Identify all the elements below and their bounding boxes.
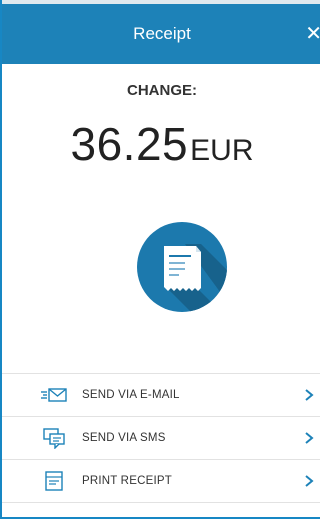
close-icon: ✕	[305, 23, 320, 45]
amount-value: 36.25	[70, 118, 189, 170]
chevron-right-icon	[305, 432, 314, 444]
print-receipt-label: PRINT RECEIPT	[82, 475, 172, 487]
send-email-label: SEND VIA E-MAIL	[82, 389, 180, 401]
header-bar: Receipt ✕	[2, 4, 320, 64]
receipt-icon	[137, 222, 227, 312]
chevron-right-icon	[305, 389, 314, 401]
send-email-button[interactable]: SEND VIA E-MAIL	[2, 373, 320, 416]
printer-icon	[45, 471, 63, 491]
email-icon	[41, 388, 67, 402]
dialog-title: Receipt	[133, 24, 191, 43]
sms-icon	[43, 428, 65, 449]
chevron-right-icon	[305, 475, 314, 487]
currency-code: EUR	[190, 134, 254, 167]
change-amount: 36.25EUR	[2, 117, 320, 171]
send-sms-label: SEND VIA SMS	[82, 432, 166, 444]
send-sms-button[interactable]: SEND VIA SMS	[2, 416, 320, 459]
close-button[interactable]: ✕	[300, 4, 320, 64]
print-receipt-button[interactable]: PRINT RECEIPT	[2, 459, 320, 503]
change-label: CHANGE:	[127, 82, 197, 99]
receipt-actions: SEND VIA E-MAIL SEND VIA SMS PRINT RECEI…	[2, 373, 320, 503]
dialog-frame: Receipt ✕ CHANGE: 36.25EUR SEND VIA E-MA…	[0, 0, 320, 519]
